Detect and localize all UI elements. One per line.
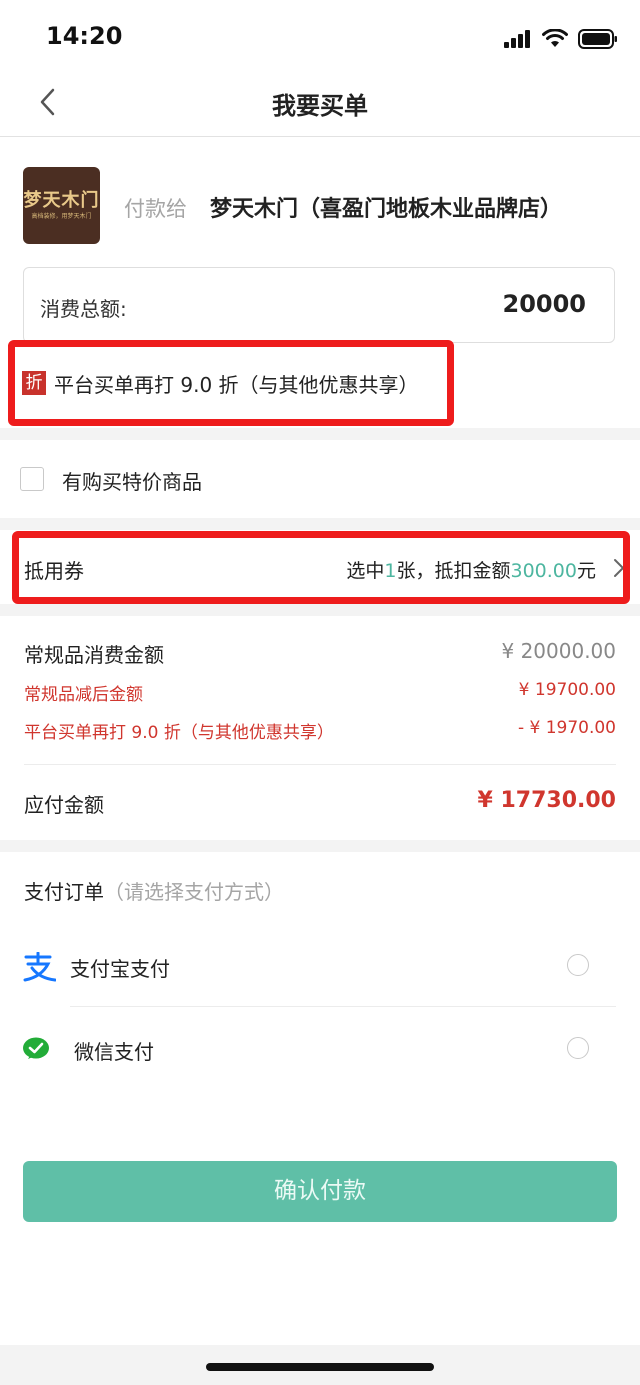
alipay-label: 支付宝支付: [70, 957, 170, 981]
battery-icon: [578, 29, 617, 49]
status-icons: [504, 28, 618, 50]
amount-due-value: ¥ 17730.00: [477, 788, 616, 813]
discount-text: 平台买单再打 9.0 折（与其他优惠共享）: [54, 373, 419, 397]
section-divider: [0, 840, 640, 852]
merchant-name: 梦天木门（喜盈门地板木业品牌店）: [210, 197, 563, 222]
home-indicator[interactable]: [206, 1363, 434, 1371]
regular-amount-label: 常规品消费金额: [24, 643, 164, 667]
coupon-label: 抵用券: [24, 559, 84, 583]
payment-hint: （请选择支付方式）: [104, 880, 284, 904]
row-divider: [24, 764, 616, 765]
coupon-info: 选中1张，抵扣金额300.00元: [346, 556, 596, 583]
coupon-amount: 300.00: [510, 560, 577, 582]
wechat-pay-label: 微信支付: [74, 1040, 154, 1064]
special-goods-label: 有购买特价商品: [62, 470, 202, 494]
status-time: 14:20: [46, 22, 123, 50]
regular-amount-value: ¥ 20000.00: [501, 639, 616, 663]
section-divider: [0, 428, 640, 440]
coupon-suffix: 元: [576, 560, 596, 582]
platform-discount-label: 平台买单再打 9.0 折（与其他优惠共享）: [24, 723, 334, 743]
reduced-amount-label: 常规品减后金额: [24, 685, 143, 705]
payment-title-text: 支付订单: [24, 880, 104, 904]
special-goods-checkbox[interactable]: [20, 467, 44, 491]
discount-tag-icon: 折: [22, 371, 46, 395]
merchant-logo-text: 梦天木门: [23, 190, 100, 211]
alipay-icon: [23, 952, 56, 982]
wechat-pay-icon: [23, 1037, 49, 1059]
coupon-prefix: 选中: [346, 560, 385, 582]
payment-title: 支付订单（请选择支付方式）: [24, 876, 284, 905]
coupon-middle: 张，抵扣金额: [396, 560, 511, 582]
platform-discount-value: - ¥ 1970.00: [517, 718, 616, 738]
amount-due-label: 应付金额: [24, 793, 104, 817]
coupon-count: 1: [384, 560, 397, 582]
section-divider: [0, 518, 640, 530]
wechat-pay-radio[interactable]: [567, 1037, 589, 1059]
amount-value[interactable]: 20000: [503, 290, 587, 318]
merchant-logo-slogan: 高档装修，用梦天木门: [31, 213, 92, 220]
pay-to-label: 付款给: [124, 197, 187, 221]
reduced-amount-value: ¥ 19700.00: [518, 680, 616, 700]
confirm-payment-button[interactable]: 确认付款: [23, 1161, 617, 1222]
section-divider: [0, 604, 640, 616]
merchant-logo: 梦天木门 高档装修，用梦天木门: [23, 167, 100, 244]
chevron-right-icon[interactable]: [612, 558, 626, 578]
amount-label: 消费总额:: [40, 297, 127, 321]
alipay-radio[interactable]: [567, 954, 589, 976]
row-divider: [70, 1006, 616, 1007]
page-title: 我要买单: [272, 92, 368, 120]
wifi-icon: [542, 29, 568, 47]
cellular-signal-icon: [504, 30, 530, 48]
